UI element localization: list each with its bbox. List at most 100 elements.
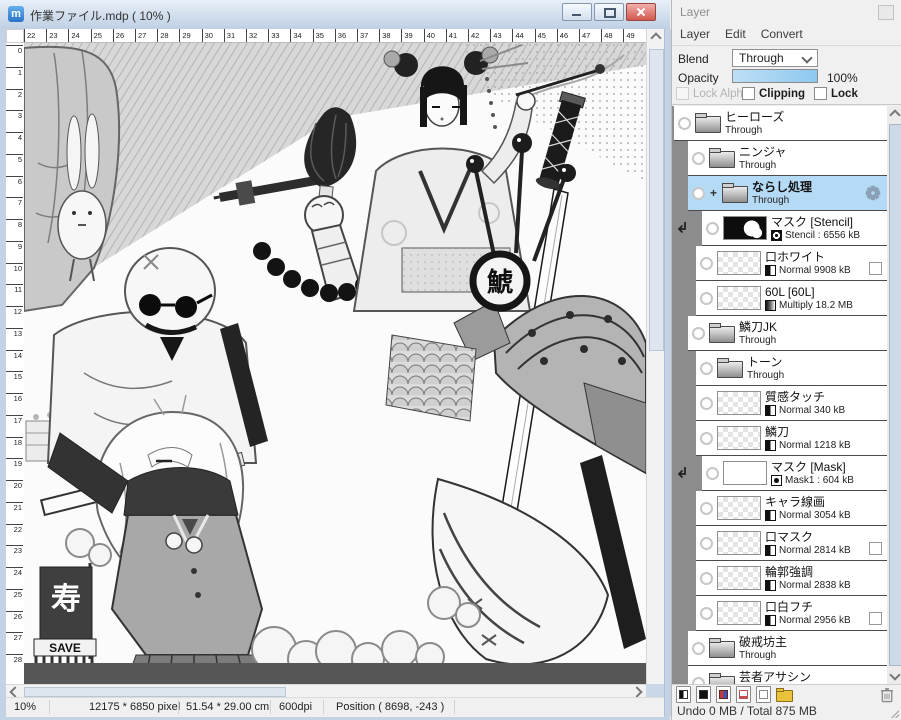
titlebar[interactable]: m 作業ファイル.mdp ( 10% ): [0, 0, 670, 30]
layer-panel-title: Layer: [680, 5, 710, 19]
layer-text: 鱗刀Normal 1218 kB: [765, 426, 851, 451]
visibility-toggle[interactable]: [692, 152, 705, 165]
ruler-v-label: 21: [6, 502, 23, 524]
scroll-right-icon[interactable]: [631, 686, 642, 697]
visibility-toggle[interactable]: [700, 537, 713, 550]
layer-scroll-thumb[interactable]: [889, 124, 901, 666]
ruler-h-label: 33: [268, 29, 279, 43]
layer-row[interactable]: 口マスクNormal 2814 kB: [696, 526, 887, 561]
layer-name: マスク [Stencil]: [771, 216, 860, 229]
ruler-v-label: 10: [6, 263, 23, 285]
visibility-toggle[interactable]: [700, 257, 713, 270]
checkbox-label: Lock Alpha: [693, 88, 749, 100]
close-button[interactable]: [626, 3, 656, 21]
maximize-icon: [604, 8, 616, 18]
blend-select[interactable]: Through: [732, 49, 818, 67]
layer-row[interactable]: トーンThrough: [696, 351, 887, 386]
visibility-toggle[interactable]: [700, 607, 713, 620]
vertical-scroll-thumb[interactable]: [649, 49, 664, 351]
add-layer-8bit-icon[interactable]: [696, 686, 711, 703]
layer-sub: Through: [739, 650, 787, 661]
canvas-viewport[interactable]: 鯱: [24, 43, 646, 684]
horizontal-scroll-thumb[interactable]: [24, 687, 286, 697]
layer-text: 口マスクNormal 2814 kB: [765, 531, 851, 556]
layer-row[interactable]: ニンジャThrough: [688, 141, 887, 176]
visibility-toggle[interactable]: [700, 362, 713, 375]
canvas-horizontal-scrollbar[interactable]: [6, 684, 646, 697]
status-resolution: 600dpi: [279, 701, 312, 713]
layer-sub: Normal 340 kB: [765, 405, 845, 416]
checkbox-clipping[interactable]: Clipping: [742, 87, 805, 100]
checkbox-lock-alpha: Lock Alpha: [676, 87, 749, 100]
maximize-button[interactable]: [594, 3, 624, 21]
clear-layer-icon[interactable]: [736, 686, 751, 703]
layer-row[interactable]: ヒーローズThrough: [674, 106, 887, 141]
layer-row[interactable]: マスク [Stencil]Stencil : 6556 kB: [702, 211, 887, 246]
visibility-toggle[interactable]: [692, 642, 705, 655]
layer-name: 破戒坊主: [739, 636, 787, 649]
layer-row[interactable]: 鱗刀Normal 1218 kB: [696, 421, 887, 456]
layer-row[interactable]: 破戒坊主Through: [688, 631, 887, 666]
menu-item-edit[interactable]: Edit: [725, 27, 746, 41]
folder-expand-toggle[interactable]: +: [709, 189, 718, 198]
blend-mode-icon: [765, 545, 776, 556]
minimize-button[interactable]: [562, 3, 592, 21]
add-layer-color-icon[interactable]: [716, 686, 731, 703]
checkbox-box[interactable]: [742, 87, 755, 100]
ruler-v-label: 3: [6, 110, 23, 132]
layer-row[interactable]: マスク [Mask]Mask1 : 604 kB: [702, 456, 887, 491]
ruler-v-label: 28: [6, 654, 23, 676]
opacity-slider[interactable]: [732, 69, 818, 83]
ruler-vertical: 0123456789101112131415161718192021222324…: [6, 43, 24, 684]
layer-row[interactable]: 口白フチNormal 2956 kB: [696, 596, 887, 631]
layer-thumbnail: [723, 461, 767, 485]
layer-list-scrollbar[interactable]: [887, 106, 901, 684]
layer-row[interactable]: 鱗刀JKThrough: [688, 316, 887, 351]
visibility-toggle[interactable]: [700, 432, 713, 445]
ruler-v-label: 1: [6, 67, 23, 89]
checkbox-lock[interactable]: Lock: [814, 87, 858, 100]
layer-thumbnail: [717, 601, 761, 625]
layer-flag-checkbox[interactable]: [869, 262, 882, 275]
resize-grip[interactable]: [891, 710, 899, 718]
layer-name: 鱗刀JK: [739, 321, 777, 334]
visibility-toggle[interactable]: [692, 677, 705, 685]
layer-row[interactable]: 口ホワイトNormal 9908 kB: [696, 246, 887, 281]
visibility-toggle[interactable]: [700, 572, 713, 585]
ruler-v-label: 5: [6, 154, 23, 176]
gear-icon[interactable]: [865, 185, 881, 201]
visibility-toggle[interactable]: [692, 187, 705, 200]
panel-menu-button[interactable]: [878, 5, 894, 20]
visibility-toggle[interactable]: [700, 397, 713, 410]
layer-row[interactable]: 芸者アサシンThrough: [688, 666, 887, 684]
menu-item-convert[interactable]: Convert: [761, 27, 803, 41]
layer-row[interactable]: キャラ線画Normal 3054 kB: [696, 491, 887, 526]
visibility-toggle[interactable]: [706, 467, 719, 480]
checkbox-box[interactable]: [814, 87, 827, 100]
layer-row[interactable]: 60L [60L]Multiply 18.2 MB: [696, 281, 887, 316]
layer-sub: Normal 9908 kB: [765, 265, 851, 276]
layer-row[interactable]: +ならし処理Through: [688, 176, 887, 211]
scroll-up-icon[interactable]: [650, 32, 661, 43]
layer-text: 口白フチNormal 2956 kB: [765, 601, 851, 626]
layer-flag-checkbox[interactable]: [869, 542, 882, 555]
add-layer-halftone-icon[interactable]: [676, 686, 691, 703]
layer-sub: Mask1 : 604 kB: [771, 475, 854, 486]
scroll-down-icon[interactable]: [889, 669, 900, 680]
visibility-toggle[interactable]: [706, 222, 719, 235]
visibility-toggle[interactable]: [700, 292, 713, 305]
scroll-up-icon[interactable]: [889, 109, 900, 120]
visibility-toggle[interactable]: [678, 117, 691, 130]
visibility-toggle[interactable]: [692, 327, 705, 340]
canvas-vertical-scrollbar[interactable]: [646, 29, 664, 684]
layer-row[interactable]: 質感タッチNormal 340 kB: [696, 386, 887, 421]
scroll-left-icon[interactable]: [9, 686, 20, 697]
duplicate-layer-icon[interactable]: [756, 686, 771, 703]
ruler-h-label: 36: [335, 29, 346, 43]
add-folder-icon[interactable]: [776, 690, 793, 702]
trash-icon[interactable]: [880, 687, 894, 703]
visibility-toggle[interactable]: [700, 502, 713, 515]
layer-flag-checkbox[interactable]: [869, 612, 882, 625]
menu-item-layer[interactable]: Layer: [680, 27, 710, 41]
layer-row[interactable]: 輪郭強調Normal 2838 kB: [696, 561, 887, 596]
